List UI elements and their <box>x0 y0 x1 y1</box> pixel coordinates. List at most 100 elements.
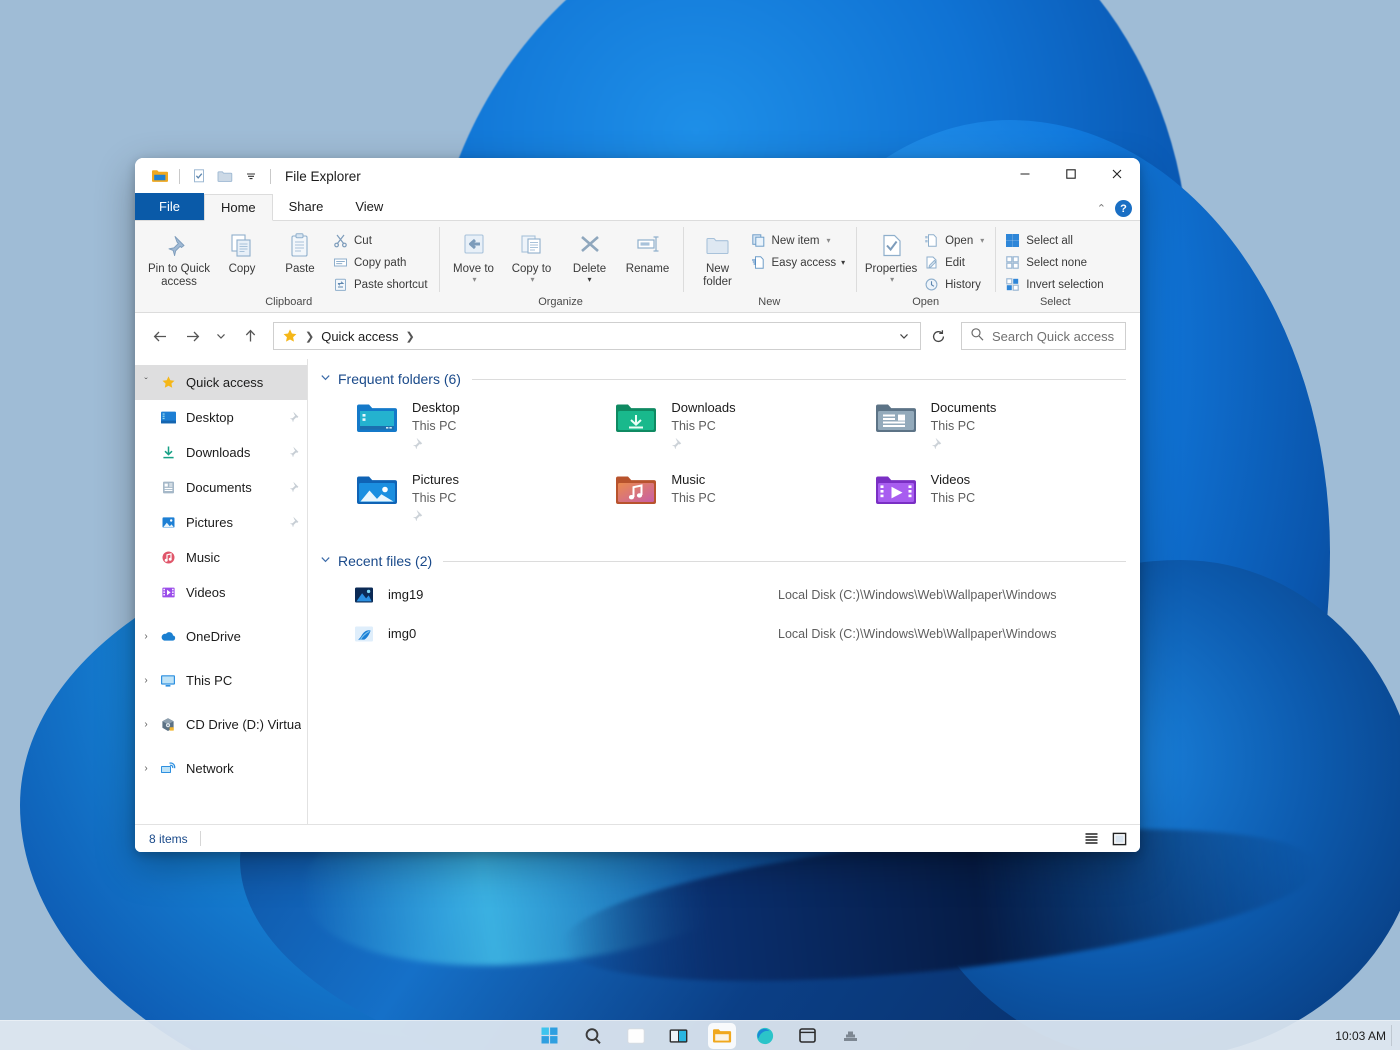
pin-to-quick-access-button[interactable]: Pin to Quick access <box>145 226 213 292</box>
pin-icon[interactable] <box>412 436 460 454</box>
tab-view[interactable]: View <box>339 193 399 220</box>
invert-selection-button[interactable]: Invert selection <box>1001 274 1108 295</box>
sidebar-item-music[interactable]: Music <box>135 540 307 575</box>
recent-locations-button[interactable] <box>209 321 233 351</box>
chevron-right-icon[interactable]: › <box>135 719 157 730</box>
store-button[interactable] <box>794 1023 822 1049</box>
chevron-down-icon[interactable] <box>320 554 331 568</box>
pin-icon[interactable] <box>671 436 735 454</box>
search-button[interactable] <box>579 1023 607 1049</box>
chevron-right-icon[interactable]: › <box>135 675 157 686</box>
chevron-down-icon[interactable]: ▾ <box>531 275 535 285</box>
frequent-folders-header[interactable]: Frequent folders (6) <box>320 371 1126 387</box>
pin-icon[interactable] <box>412 508 459 526</box>
folder-tile-pictures[interactable]: Pictures This PC <box>348 465 607 531</box>
list-item[interactable]: img0 Local Disk (C:)\Windows\Web\Wallpap… <box>320 614 1126 653</box>
sidebar-item-videos[interactable]: Videos <box>135 575 307 610</box>
sidebar-item-quick-access[interactable]: ˇ Quick access <box>135 365 307 400</box>
close-button[interactable] <box>1094 158 1140 190</box>
sidebar-item-pictures[interactable]: Pictures <box>135 505 307 540</box>
search-input[interactable]: Search Quick access <box>961 322 1126 350</box>
properties-icon[interactable] <box>186 163 212 189</box>
chevron-down-icon[interactable]: ▾ <box>841 258 845 267</box>
pin-icon[interactable] <box>289 515 301 530</box>
delete-button[interactable]: Delete ▾ <box>561 226 619 288</box>
folder-tile-desktop[interactable]: Desktop This PC <box>348 393 607 459</box>
move-to-button[interactable]: Move to ▾ <box>445 226 503 288</box>
pin-icon[interactable] <box>289 410 301 425</box>
pin-icon[interactable] <box>289 445 301 460</box>
sidebar-item-cd-drive[interactable]: › CD Drive (D:) Virtuall <box>135 707 307 742</box>
file-explorer-button[interactable] <box>707 1022 736 1049</box>
maximize-button[interactable] <box>1048 158 1094 190</box>
tab-file[interactable]: File <box>135 193 204 220</box>
sidebar-item-network[interactable]: › Network <box>135 751 307 786</box>
ribbon-group-select: Select all Select none Invert selection … <box>995 221 1115 312</box>
task-view-button[interactable] <box>665 1023 693 1049</box>
rename-button[interactable]: Rename <box>619 226 677 279</box>
forward-button[interactable] <box>177 321 207 351</box>
address-bar[interactable]: ❯ Quick access ❯ <box>273 322 921 350</box>
folder-tile-videos[interactable]: Videos This PC <box>867 465 1126 531</box>
folder-tile-music[interactable]: Music This PC <box>607 465 866 531</box>
paste-button[interactable]: Paste <box>271 226 329 279</box>
recent-files-header[interactable]: Recent files (2) <box>320 553 1126 569</box>
sidebar-item-documents[interactable]: Documents <box>135 470 307 505</box>
sidebar-item-downloads[interactable]: Downloads <box>135 435 307 470</box>
breadcrumb-quick-access[interactable]: Quick access <box>321 329 398 344</box>
sidebar-item-onedrive[interactable]: › OneDrive <box>135 619 307 654</box>
new-folder-button[interactable]: New folder <box>689 226 747 292</box>
pin-icon[interactable] <box>931 436 997 454</box>
up-button[interactable] <box>235 321 265 351</box>
tab-share[interactable]: Share <box>273 193 340 220</box>
easy-access-button[interactable]: Easy access ▾ <box>747 252 851 273</box>
address-dropdown-icon[interactable] <box>892 323 916 349</box>
chevron-right-icon[interactable]: › <box>135 763 157 774</box>
edge-button[interactable] <box>751 1023 779 1049</box>
refresh-button[interactable] <box>923 322 953 350</box>
settings-button[interactable] <box>837 1023 865 1049</box>
widgets-button[interactable] <box>622 1023 650 1049</box>
new-folder-icon[interactable] <box>212 163 238 189</box>
chevron-up-icon[interactable]: ⌃ <box>1097 202 1106 215</box>
minimize-button[interactable] <box>1002 158 1048 190</box>
chevron-down-icon[interactable] <box>320 372 331 386</box>
customize-qat-icon[interactable] <box>238 163 264 189</box>
select-none-button[interactable]: Select none <box>1001 252 1108 273</box>
open-button[interactable]: Open ▾ <box>920 230 989 251</box>
sidebar-item-this-pc[interactable]: › This PC <box>135 663 307 698</box>
chevron-down-icon[interactable]: ▾ <box>980 236 984 245</box>
back-button[interactable] <box>145 321 175 351</box>
large-icons-view-button[interactable] <box>1108 829 1130 849</box>
list-item[interactable]: img19 Local Disk (C:)\Windows\Web\Wallpa… <box>320 575 1126 614</box>
help-icon[interactable]: ? <box>1115 200 1132 217</box>
explorer-folder-icon[interactable] <box>147 163 173 189</box>
chevron-right-icon[interactable]: › <box>135 631 157 642</box>
new-item-button[interactable]: New item ▾ <box>747 230 851 251</box>
folder-tile-downloads[interactable]: Downloads This PC <box>607 393 866 459</box>
paste-shortcut-button[interactable]: Paste shortcut <box>329 274 433 295</box>
cut-button[interactable]: Cut <box>329 230 433 251</box>
copy-path-button[interactable]: Copy path <box>329 252 433 273</box>
tab-home[interactable]: Home <box>203 194 273 221</box>
title-bar[interactable]: File Explorer <box>135 158 1140 194</box>
chevron-down-icon[interactable]: ▾ <box>890 275 894 285</box>
view-buttons <box>1080 829 1130 849</box>
select-all-button[interactable]: Select all <box>1001 230 1108 251</box>
properties-button[interactable]: Properties ▾ <box>862 226 920 288</box>
chevron-down-icon[interactable]: ▾ <box>588 275 592 285</box>
quick-access-star-icon[interactable] <box>282 328 298 344</box>
pin-icon[interactable] <box>289 480 301 495</box>
copy-button[interactable]: Copy <box>213 226 271 279</box>
copy-to-button[interactable]: Copy to ▾ <box>503 226 561 288</box>
details-view-button[interactable] <box>1080 829 1102 849</box>
history-button[interactable]: History <box>920 274 989 295</box>
sidebar-item-desktop[interactable]: Desktop <box>135 400 307 435</box>
chevron-down-icon[interactable]: ▾ <box>826 236 830 245</box>
start-button[interactable] <box>536 1023 564 1049</box>
chevron-down-icon[interactable]: ˇ <box>135 377 157 388</box>
edit-button[interactable]: Edit <box>920 252 989 273</box>
folder-tile-documents[interactable]: Documents This PC <box>867 393 1126 459</box>
breadcrumb-separator[interactable]: ❯ <box>399 330 422 343</box>
chevron-down-icon[interactable]: ▾ <box>473 275 477 285</box>
